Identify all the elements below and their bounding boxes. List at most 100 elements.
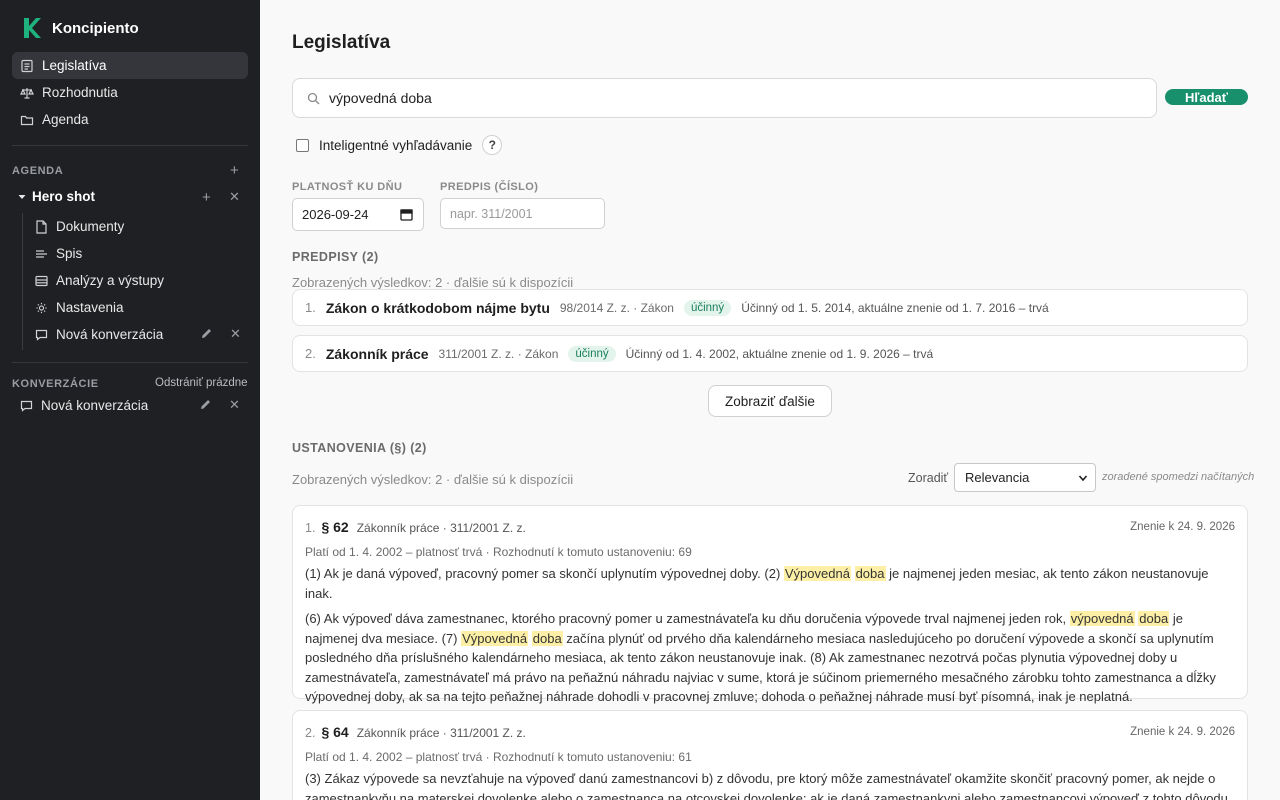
folder-icon xyxy=(20,115,34,125)
add-case-item-icon[interactable]: + xyxy=(202,190,211,205)
text-segment: (6) Ak výpoveď dáva zamestnanec, ktorého… xyxy=(305,611,1070,626)
provision-version: Znenie k 24. 9. 2026 xyxy=(1130,726,1235,738)
regulation-validity: Účinný od 1. 4. 2002, aktuálne znenie od… xyxy=(625,346,934,361)
case-item-label: Analýzy a výstupy xyxy=(56,273,165,288)
case-item-label: Nová konverzácia xyxy=(56,327,164,342)
text-segment: (1) Ak je daná výpoveď, pracovný pomer s… xyxy=(305,566,784,581)
sidebar-divider xyxy=(12,145,248,146)
delete-conversation-icon[interactable]: ✕ xyxy=(230,327,241,340)
smart-search-checkbox[interactable] xyxy=(296,138,309,152)
search-box[interactable] xyxy=(292,78,1157,118)
nav-item-agenda[interactable]: Agenda xyxy=(12,106,248,133)
sort-note: zoradené spomedzi načítaných xyxy=(1102,471,1255,483)
conversation-item[interactable]: Nová konverzácia xyxy=(12,392,248,419)
regulation-title: Zákonník práce xyxy=(325,345,429,362)
search-highlight: Výpovedná xyxy=(461,630,529,646)
provision-source: Zákonník práce · 311/2001 Z. z. xyxy=(356,726,526,740)
caret-down-icon xyxy=(18,194,26,199)
brand-name: Koncipiento xyxy=(52,19,139,37)
delete-conversation-icon[interactable]: ✕ xyxy=(229,398,240,411)
regulation-number: 2. xyxy=(305,346,316,361)
date-filter-label: PLATNOSŤ KU DŇU xyxy=(292,181,403,193)
case-item-analyzy[interactable]: Analýzy a výstupy xyxy=(35,267,164,294)
file-icon xyxy=(36,219,47,234)
sidebar: Koncipiento Legislatíva Rozhodnutia Agen… xyxy=(0,0,260,800)
provision-text: (1) Ak je daná výpoveď, pracovný pomer s… xyxy=(305,564,1235,603)
provision-number: 1. xyxy=(305,521,316,535)
provision-text: (3) Zákaz výpovede sa nevzťahuje na výpo… xyxy=(305,769,1235,800)
search-highlight: doba xyxy=(531,630,563,646)
provision-validity: Platí od 1. 4. 2002 – platnosť trvá · Ro… xyxy=(305,545,692,559)
koncipiento-logo-icon xyxy=(24,18,41,38)
sort-label: Zoradiť xyxy=(908,471,949,485)
page-title: Legislatíva xyxy=(292,32,391,53)
search-highlight: doba xyxy=(1138,611,1170,626)
smart-search-label[interactable]: Inteligentné vyhľadávanie xyxy=(319,138,472,153)
table-icon xyxy=(35,275,48,286)
chat-bubble-icon xyxy=(35,329,48,341)
regulation-card[interactable]: 2. Zákonník práce 311/2001 Z. z. · Zákon… xyxy=(292,335,1248,372)
search-highlight: výpovedná xyxy=(1069,611,1135,626)
help-icon[interactable]: ? xyxy=(482,135,503,155)
regulations-heading: PREDPISY (2) xyxy=(292,250,379,264)
case-item-nastavenia[interactable]: Nastavenia xyxy=(35,294,124,321)
search-button[interactable]: Hľadať xyxy=(1165,89,1248,105)
provision-number: 2. xyxy=(305,726,316,740)
provisions-heading: USTANOVENIA (§) (2) xyxy=(292,441,427,455)
provisions-results-note: Zobrazených výsledkov: 2 · ďalšie sú k d… xyxy=(292,472,574,487)
regulation-number: 1. xyxy=(305,300,316,315)
gear-icon xyxy=(36,302,47,313)
chevron-down-icon xyxy=(1078,474,1088,481)
brand[interactable]: Koncipiento xyxy=(22,17,139,39)
rename-conversation-icon[interactable] xyxy=(200,327,213,340)
search-highlight: doba xyxy=(854,566,886,581)
search-icon xyxy=(307,92,320,104)
sort-select[interactable]: Relevancia xyxy=(954,463,1096,492)
provision-validity: Platí od 1. 4. 2002 – platnosť trvá · Ro… xyxy=(305,750,692,764)
provision-header: 1. § 62 Zákonník práce · 311/2001 Z. z. … xyxy=(305,519,1235,537)
case-item-nova-konverzacia[interactable]: Nová konverzácia xyxy=(35,321,163,348)
case-hero-shot[interactable]: Hero shot xyxy=(12,183,248,210)
provision-card[interactable]: 1. § 62 Zákonník práce · 311/2001 Z. z. … xyxy=(292,505,1248,704)
case-items: Dokumenty Spis Analýzy a výstupy Nastave… xyxy=(22,213,248,350)
sidebar-divider xyxy=(12,362,248,363)
close-case-icon[interactable]: ✕ xyxy=(229,190,240,203)
case-item-label: Nastavenia xyxy=(56,300,124,315)
sort-value: Relevancia xyxy=(965,470,1030,485)
search-input[interactable] xyxy=(329,90,1129,106)
show-more-button[interactable]: Zobraziť ďalšie xyxy=(708,385,832,417)
search-highlight: Výpovedná xyxy=(783,566,851,581)
regulation-number-input[interactable] xyxy=(440,198,605,229)
nav-item-label: Agenda xyxy=(42,112,89,127)
provision-header: 2. § 64 Zákonník práce · 311/2001 Z. z. … xyxy=(305,724,1235,742)
regulations-results-note: Zobrazených výsledkov: 2 · ďalšie sú k d… xyxy=(292,275,574,290)
text-segment: (3) Zákaz výpovede sa nevzťahuje na výpo… xyxy=(305,771,1228,800)
nav-item-label: Rozhodnutia xyxy=(42,85,118,100)
chat-bubble-icon xyxy=(20,400,33,412)
nav-item-legislativa[interactable]: Legislatíva xyxy=(12,52,248,79)
provision-card[interactable]: 2. § 64 Zákonník práce · 311/2001 Z. z. … xyxy=(292,710,1248,800)
regulation-meta: 98/2014 Z. z. · Zákon xyxy=(559,300,674,315)
provision-paragraph: § 64 xyxy=(321,724,349,740)
main-content: Legislatíva Hľadať Inteligentné vyhľadáv… xyxy=(260,0,1280,800)
provision-paragraph: § 62 xyxy=(321,519,349,535)
remove-empty-button[interactable]: Odstrániť prázdne xyxy=(155,377,248,389)
date-input[interactable]: 2026-09-24 xyxy=(292,198,424,231)
case-item-label: Dokumenty xyxy=(56,219,125,234)
case-item-dokumenty[interactable]: Dokumenty xyxy=(35,213,124,240)
scales-icon xyxy=(20,87,34,99)
case-name: Hero shot xyxy=(32,189,96,204)
case-item-spis[interactable]: Spis xyxy=(35,240,82,267)
rename-conversation-icon[interactable] xyxy=(199,398,212,411)
regulation-card[interactable]: 1. Zákon o krátkodobom nájme bytu 98/201… xyxy=(292,289,1248,326)
provision-version: Znenie k 24. 9. 2026 xyxy=(1130,521,1235,533)
regulation-title: Zákon o krátkodobom nájme bytu xyxy=(325,299,550,316)
nav-item-rozhodnutia[interactable]: Rozhodnutia xyxy=(12,79,248,106)
agenda-section-label: AGENDA xyxy=(12,165,64,177)
add-agenda-icon[interactable]: + xyxy=(230,163,239,178)
status-badge: účinný xyxy=(568,345,616,362)
calendar-icon[interactable] xyxy=(400,208,413,221)
regulation-meta: 311/2001 Z. z. · Zákon xyxy=(438,346,559,361)
regulation-validity: Účinný od 1. 5. 2014, aktuálne znenie od… xyxy=(741,300,1049,315)
regulation-filter-label: PREDPIS (ČÍSLO) xyxy=(440,181,539,193)
